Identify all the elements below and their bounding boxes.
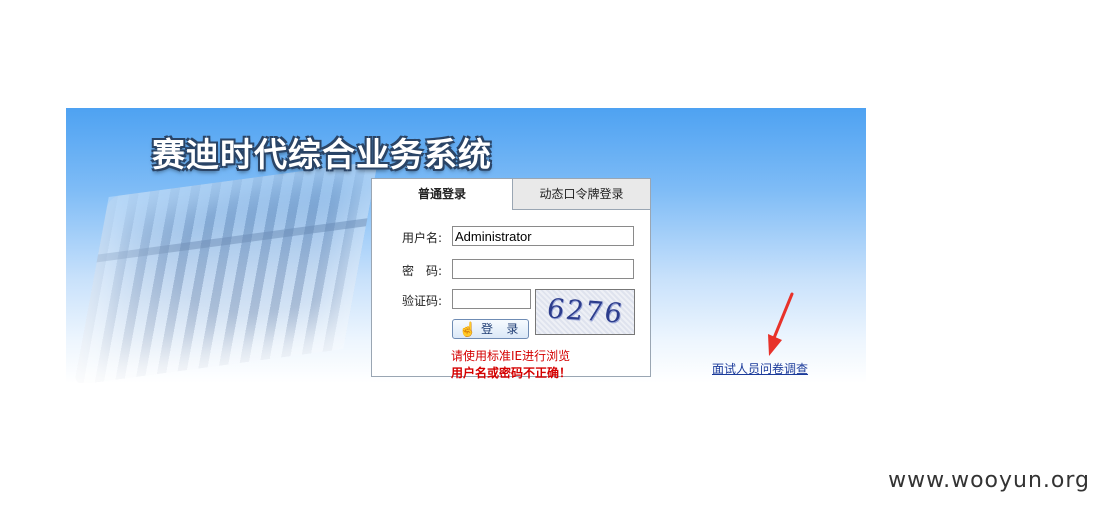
password-label: 密 码: — [402, 264, 443, 278]
system-title: 赛迪时代综合业务系统 — [152, 135, 492, 174]
browser-hint: 请使用标准IE进行浏览 — [451, 349, 571, 363]
username-input[interactable] — [452, 226, 634, 246]
captcha-code: 6276 — [544, 293, 626, 330]
abacus-fade — [74, 160, 378, 383]
tab-normal-login[interactable]: 普通登录 — [372, 179, 513, 210]
password-input[interactable] — [452, 259, 634, 279]
red-arrow-icon — [768, 292, 794, 356]
captcha-image[interactable]: 6276 — [535, 289, 635, 335]
tab-token-login[interactable]: 动态口令牌登录 — [513, 179, 650, 210]
login-button-label: 登 录 — [481, 322, 524, 336]
captcha-label: 验证码: — [402, 294, 443, 308]
hand-pointer-icon: ☝ — [459, 321, 477, 337]
login-panel: 普通登录 动态口令牌登录 用户名: 密 码: 验证码: 6276 ☝ 登 录 请… — [371, 178, 651, 380]
captcha-input[interactable] — [452, 289, 531, 309]
login-tabs: 普通登录 动态口令牌登录 — [372, 179, 650, 210]
survey-link[interactable]: 面试人员问卷调查 — [712, 360, 808, 377]
abacus-illustration — [74, 160, 378, 383]
login-button[interactable]: ☝ 登 录 — [452, 319, 529, 339]
username-label: 用户名: — [402, 231, 443, 245]
watermark: www.wooyun.org — [888, 468, 1090, 493]
error-message: 用户名或密码不正确！ — [451, 366, 572, 380]
